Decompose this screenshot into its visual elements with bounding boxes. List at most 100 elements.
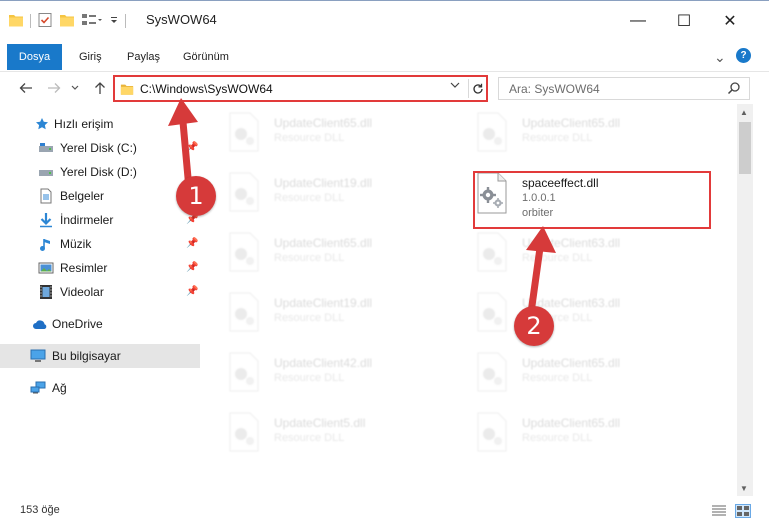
folder-icon[interactable] (8, 12, 24, 31)
large-icons-view-icon[interactable] (735, 504, 751, 518)
dll-file-icon (226, 292, 262, 335)
computer-icon (30, 348, 46, 364)
close-button[interactable]: ✕ (707, 1, 753, 41)
up-arrow-icon[interactable] (90, 78, 110, 98)
nav-onedrive[interactable]: OneDrive (0, 312, 200, 336)
list-item[interactable]: UpdateClient63.dll Resource DLL (448, 228, 668, 280)
list-item[interactable]: UpdateClient65.dll Resource DLL (448, 108, 668, 160)
list-item[interactable]: UpdateClient65.dll Resource DLL (200, 108, 420, 160)
maximize-button[interactable]: ☐ (661, 1, 707, 41)
pin-icon[interactable]: 📌 (186, 238, 198, 249)
nav-item-label: Videolar (60, 285, 104, 299)
nav-this-pc[interactable]: Bu bilgisayar (0, 344, 200, 368)
downloads-icon (38, 212, 54, 228)
back-arrow-icon[interactable] (16, 78, 36, 98)
minimize-button[interactable]: — (615, 1, 661, 41)
nav-item-downloads[interactable]: İndirmeler 📌 (0, 208, 200, 232)
highlight-box-file (473, 171, 711, 229)
network-icon (30, 380, 46, 396)
nav-network-label: Ağ (52, 381, 67, 395)
list-item[interactable]: UpdateClient65.dll Resource DLL (200, 228, 420, 280)
nav-item-label: Resimler (60, 261, 108, 275)
nav-item-documents[interactable]: Belgeler (0, 184, 200, 208)
scroll-up-icon[interactable]: ▲ (740, 108, 748, 117)
pin-icon[interactable]: 📌 (186, 262, 198, 273)
help-button[interactable]: ? (736, 48, 751, 63)
search-box[interactable]: Ara: SysWOW64 (498, 77, 750, 100)
dll-file-icon (226, 112, 262, 155)
address-row: C:\Windows\SysWOW64 Ara: SysWOW64 (0, 72, 769, 104)
ribbon-expand-button[interactable]: ⌄ (714, 46, 726, 68)
nav-quick-access[interactable]: Hızlı erişim (0, 112, 200, 136)
nav-this-pc-label: Bu bilgisayar (52, 349, 121, 363)
star-icon (34, 116, 50, 132)
pin-icon[interactable]: 📌 (186, 286, 198, 297)
new-folder-icon[interactable] (59, 12, 75, 31)
documents-icon (38, 188, 54, 204)
qat-dropdown-icon[interactable] (109, 12, 119, 31)
scrollbar-thumb[interactable] (739, 122, 751, 174)
view-options-icon[interactable] (81, 12, 103, 31)
pictures-icon (38, 260, 54, 276)
vertical-scrollbar[interactable]: ▲ ▼ (737, 104, 753, 496)
nav-network[interactable]: Ağ (0, 376, 200, 400)
nav-item-label: Müzik (60, 237, 92, 251)
status-bar: 153 öğe (0, 496, 769, 532)
list-item[interactable]: UpdateClient19.dll Resource DLL (200, 168, 420, 220)
scroll-down-icon[interactable]: ▼ (740, 484, 748, 493)
nav-item-label: Belgeler (60, 189, 105, 203)
properties-icon[interactable] (37, 12, 53, 31)
dll-file-icon (226, 352, 262, 395)
dll-file-icon (474, 412, 510, 455)
nav-item-label: Yerel Disk (D:) (60, 165, 137, 179)
navigation-pane: Hızlı erişim Yerel Disk (C:) 📌 Yerel Dis… (0, 104, 200, 496)
tab-view[interactable]: Görünüm (183, 46, 229, 68)
address-dropdown-icon[interactable] (450, 80, 460, 92)
details-view-icon[interactable] (711, 504, 727, 518)
item-count: 153 öğe (20, 504, 60, 516)
music-icon (38, 236, 54, 252)
refresh-icon[interactable] (468, 79, 486, 98)
address-bar[interactable]: C:\Windows\SysWOW64 (113, 75, 488, 102)
dll-file-icon (474, 232, 510, 275)
tab-file[interactable]: Dosya (7, 44, 62, 70)
qat-separator (125, 14, 126, 28)
list-item[interactable]: UpdateClient42.dll Resource DLL (200, 348, 420, 400)
window-title: SysWOW64 (146, 12, 217, 27)
dll-file-icon (474, 292, 510, 335)
tab-share[interactable]: Paylaş (127, 46, 160, 68)
drive-icon (38, 164, 54, 180)
nav-item-drive-c[interactable]: Yerel Disk (C:) 📌 (0, 136, 200, 160)
tab-home[interactable]: Giriş (79, 46, 102, 68)
cloud-icon (32, 316, 48, 332)
nav-item-music[interactable]: Müzik 📌 (0, 232, 200, 256)
file-list: UpdateClient65.dll Resource DLL UpdateCl… (200, 104, 737, 496)
step-1-badge: 1 (176, 176, 216, 216)
list-item[interactable]: UpdateClient5.dll Resource DLL (200, 408, 420, 460)
dll-file-icon (226, 412, 262, 455)
ribbon-tabs: Dosya Giriş Paylaş Görünüm ⌄ ? (0, 40, 769, 72)
list-item[interactable]: UpdateClient19.dll Resource DLL (200, 288, 420, 340)
dll-file-icon (226, 232, 262, 275)
list-item[interactable]: UpdateClient63.dll Resource DLL (448, 288, 668, 340)
drive-icon (38, 140, 54, 156)
list-item[interactable]: UpdateClient65.dll Resource DLL (448, 408, 668, 460)
dll-file-icon (474, 112, 510, 155)
nav-item-drive-d[interactable]: Yerel Disk (D:) (0, 160, 200, 184)
list-item[interactable]: UpdateClient65.dll Resource DLL (448, 348, 668, 400)
nav-item-label: Yerel Disk (C:) (60, 141, 137, 155)
forward-arrow-icon[interactable] (44, 78, 64, 98)
address-path[interactable]: C:\Windows\SysWOW64 (140, 82, 273, 96)
search-icon[interactable] (727, 81, 741, 98)
nav-item-label: İndirmeler (60, 213, 114, 227)
nav-item-videos[interactable]: Videolar 📌 (0, 280, 200, 304)
qat-separator (30, 14, 31, 28)
dll-file-icon (226, 172, 262, 215)
pin-icon[interactable]: 📌 (186, 142, 198, 153)
dll-file-icon (474, 352, 510, 395)
nav-item-pictures[interactable]: Resimler 📌 (0, 256, 200, 280)
quick-access-toolbar (8, 11, 126, 31)
recent-locations-chevron-icon[interactable] (68, 78, 82, 98)
folder-icon (120, 82, 134, 99)
search-placeholder: Ara: SysWOW64 (509, 82, 600, 96)
